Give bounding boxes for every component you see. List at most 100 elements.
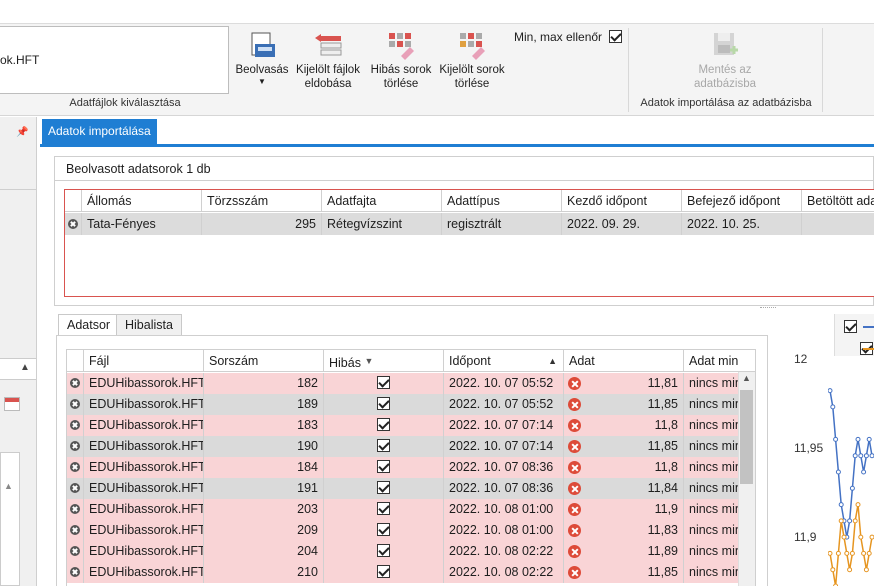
cell-error-flag[interactable] [324, 394, 444, 415]
table-row[interactable]: EDUHibassorok.HFT 191 2022. 10. 07 08:36 11… [67, 478, 742, 499]
scroll-up-arrow-icon[interactable]: ▲ [742, 373, 751, 383]
cell-value-text: 11,85 [647, 565, 678, 579]
table-row[interactable]: EDUHibassorok.HFT 189 2022. 10. 07 05:52 11… [67, 394, 742, 415]
cell-serial: 182 [204, 373, 324, 394]
error-icon [568, 398, 581, 411]
legend-series-1-checkbox[interactable] [844, 320, 857, 333]
cell-error-flag[interactable] [324, 478, 444, 499]
row-remove-button[interactable] [67, 415, 84, 436]
row-remove-button[interactable] [67, 478, 84, 499]
calendar-icon[interactable] [4, 397, 20, 411]
error-checkbox[interactable] [377, 376, 390, 389]
cell-error-flag[interactable] [324, 436, 444, 457]
splitter-grip[interactable] [760, 307, 776, 309]
table-row[interactable]: EDUHibassorok.HFT 210 2022. 10. 08 02:22 11… [67, 562, 742, 583]
row-remove-button[interactable] [67, 436, 84, 457]
column-header-data-type[interactable]: Adattípus [442, 190, 562, 211]
legend-series-1-swatch [863, 326, 874, 328]
column-header-end-time[interactable]: Befejező időpont [682, 190, 802, 211]
column-header-value[interactable]: Adat [564, 350, 684, 371]
series-point [841, 534, 847, 540]
cell-time: 2022. 10. 08 01:00 [444, 520, 564, 541]
cell-error-flag[interactable] [324, 520, 444, 541]
pin-icon[interactable]: 📌 [16, 127, 28, 138]
tab-data-import[interactable]: Adatok importálása [42, 119, 157, 144]
remove-icon [70, 483, 80, 493]
cell-file: EDUHibassorok.HFT [84, 499, 204, 520]
tab-error-list[interactable]: Hibalista [116, 314, 182, 336]
error-checkbox[interactable] [377, 544, 390, 557]
datasets-grid[interactable]: Állomás Törzsszám Adatfajta Adattípus Ke… [64, 189, 874, 297]
delete-selected-rows-button[interactable]: Kijelölt sorok törlése [436, 30, 508, 91]
table-row[interactable]: Tata-Fényes 295 Rétegvízszint regisztrál… [65, 213, 874, 235]
row-remove-button[interactable] [67, 520, 84, 541]
discard-files-button[interactable]: Kijelölt fájlok eldobása [292, 30, 364, 91]
column-header-id[interactable]: Törzsszám [202, 190, 322, 211]
minmax-checkbox[interactable] [609, 30, 623, 43]
error-checkbox[interactable] [377, 460, 390, 473]
cell-file: EDUHibassorok.HFT [84, 562, 204, 583]
table-row[interactable]: EDUHibassorok.HFT 209 2022. 10. 08 01:00 11… [67, 520, 742, 541]
cell-error-flag[interactable] [324, 499, 444, 520]
scrollbar-thumb[interactable] [740, 390, 753, 484]
file-list-item[interactable]: ok.HFT [0, 53, 39, 67]
save-to-database-button[interactable]: Mentés az adatbázisba [686, 30, 764, 91]
column-header-error[interactable]: Hibás ▼ [324, 350, 444, 371]
error-checkbox[interactable] [377, 523, 390, 536]
cell-error-flag[interactable] [324, 457, 444, 478]
cell-error-flag[interactable] [324, 562, 444, 583]
file-list-box[interactable]: ok.HFT [0, 26, 229, 94]
read-button[interactable]: Beolvasás ▼ [232, 30, 292, 87]
table-row[interactable]: EDUHibassorok.HFT 184 2022. 10. 07 08:36 11… [67, 457, 742, 478]
table-row[interactable]: EDUHibassorok.HFT 183 2022. 10. 07 07:14 11… [67, 415, 742, 436]
column-header-min[interactable]: Adat min [684, 350, 755, 371]
table-row[interactable]: EDUHibassorok.HFT 203 2022. 10. 08 01:00 11… [67, 499, 742, 520]
row-remove-button[interactable] [67, 499, 84, 520]
cell-error-flag[interactable] [324, 541, 444, 562]
column-header-file[interactable]: Fájl [84, 350, 204, 371]
error-checkbox[interactable] [377, 439, 390, 452]
column-header-time[interactable]: Időpont ▲ [444, 350, 564, 371]
delete-error-rows-button[interactable]: Hibás sorok törlése [366, 30, 436, 91]
row-remove-button[interactable] [67, 373, 84, 394]
cell-value: 11,9 [564, 499, 684, 520]
scroll-up-icon[interactable]: ▲ [4, 481, 13, 491]
collapse-up-icon[interactable]: ▲ [20, 362, 30, 373]
error-checkbox[interactable] [377, 418, 390, 431]
filter-icon[interactable]: ▼ [364, 356, 373, 366]
column-header-loaded[interactable]: Betöltött ada [802, 190, 874, 211]
error-checkbox[interactable] [377, 481, 390, 494]
error-checkbox[interactable] [377, 565, 390, 578]
remove-icon [70, 378, 80, 388]
error-checkbox[interactable] [377, 397, 390, 410]
error-icon [568, 377, 581, 390]
cell-serial: 189 [204, 394, 324, 415]
table-row[interactable]: EDUHibassorok.HFT 182 2022. 10. 07 05:52 11… [67, 373, 742, 394]
minmax-check-toggle[interactable]: Min, max ellenőr [514, 30, 623, 44]
cell-error-flag[interactable] [324, 415, 444, 436]
table-row[interactable]: EDUHibassorok.HFT 190 2022. 10. 07 07:14 11… [67, 436, 742, 457]
sort-ascending-icon[interactable]: ▲ [548, 350, 557, 371]
cell-serial: 183 [204, 415, 324, 436]
cell-file: EDUHibassorok.HFT [84, 373, 204, 394]
cell-value-text: 11,85 [647, 439, 678, 453]
panel-list-box[interactable]: ▲ [0, 452, 20, 586]
column-header-serial[interactable]: Sorszám [204, 350, 324, 371]
column-header-data-kind[interactable]: Adatfajta [322, 190, 442, 211]
data-rows-grid[interactable]: Fájl Sorszám Hibás ▼ Időpont ▲ Adat Adat… [66, 349, 756, 586]
row-remove-button[interactable] [67, 394, 84, 415]
tab-data-series[interactable]: Adatsor [58, 314, 120, 336]
cell-value-text: 11,8 [654, 460, 678, 474]
column-header-start-time[interactable]: Kezdő időpont [562, 190, 682, 211]
row-remove-button[interactable] [67, 541, 84, 562]
row-remove-button[interactable] [67, 562, 84, 583]
series-point [866, 550, 872, 556]
series-point [849, 485, 855, 491]
row-remove-button[interactable] [65, 213, 82, 235]
series-point [861, 469, 867, 475]
table-row[interactable]: EDUHibassorok.HFT 204 2022. 10. 08 02:22 11… [67, 541, 742, 562]
column-header-station[interactable]: Állomás [82, 190, 202, 211]
cell-error-flag[interactable] [324, 373, 444, 394]
error-checkbox[interactable] [377, 502, 390, 515]
row-remove-button[interactable] [67, 457, 84, 478]
